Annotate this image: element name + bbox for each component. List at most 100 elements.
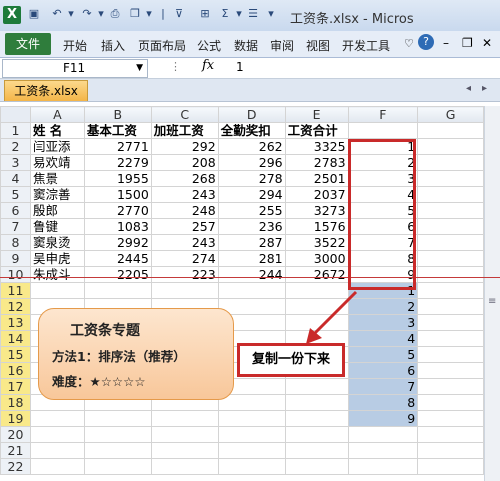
cell[interactable]: 2037 — [284, 186, 349, 203]
row-header[interactable]: 8 — [0, 234, 31, 251]
copy-dropdown-icon[interactable]: ▾ — [142, 7, 156, 21]
name-box[interactable]: F11 ▼ — [2, 59, 148, 78]
row-header[interactable]: 10 — [0, 266, 31, 283]
row-header[interactable]: 9 — [0, 250, 31, 267]
cell[interactable] — [83, 410, 152, 427]
tab-scroll-right-icon[interactable]: ▸ — [482, 83, 487, 94]
cell[interactable] — [417, 266, 484, 283]
select-all-corner[interactable] — [0, 106, 31, 123]
cell[interactable] — [217, 282, 286, 299]
cell[interactable] — [150, 410, 219, 427]
cell[interactable] — [217, 410, 286, 427]
cell[interactable] — [417, 410, 484, 427]
cell[interactable] — [417, 234, 484, 251]
cell[interactable]: 2501 — [284, 170, 349, 187]
cell[interactable] — [347, 458, 419, 475]
row-header[interactable]: 4 — [0, 170, 31, 187]
redo-icon[interactable]: ↷ — [80, 7, 94, 21]
cell[interactable] — [29, 410, 85, 427]
autosum-dropdown-icon[interactable]: ▾ — [232, 7, 246, 21]
cell[interactable] — [417, 138, 484, 155]
row-header[interactable]: 19 — [0, 410, 31, 427]
tab-formulas[interactable]: 公式 — [197, 37, 221, 54]
row-header[interactable]: 12 — [0, 298, 31, 315]
column-header[interactable]: C — [150, 106, 219, 123]
cell[interactable]: 294 — [217, 186, 286, 203]
cell[interactable] — [417, 458, 484, 475]
vertical-scrollbar[interactable] — [484, 106, 500, 481]
cell[interactable] — [417, 378, 484, 395]
row-header[interactable]: 21 — [0, 442, 31, 459]
cell[interactable] — [417, 394, 484, 411]
cell[interactable] — [29, 282, 85, 299]
row-header[interactable]: 22 — [0, 458, 31, 475]
cell[interactable]: 基本工资 — [83, 122, 152, 139]
scrollbar-thumb-icon[interactable]: ≡ — [488, 296, 496, 307]
cell[interactable] — [417, 346, 484, 363]
row-header[interactable]: 5 — [0, 186, 31, 203]
cell[interactable] — [284, 410, 349, 427]
name-box-dropdown-icon[interactable]: ▼ — [136, 60, 143, 77]
cell[interactable]: 296 — [217, 154, 286, 171]
cell[interactable]: 255 — [217, 202, 286, 219]
cell[interactable]: 292 — [150, 138, 219, 155]
cell[interactable]: 243 — [150, 186, 219, 203]
undo-dropdown-icon[interactable]: ▾ — [64, 7, 78, 21]
cell[interactable] — [417, 298, 484, 315]
cell[interactable] — [83, 282, 152, 299]
cell[interactable] — [150, 426, 219, 443]
cell[interactable]: 274 — [150, 250, 219, 267]
cell[interactable]: 殷郎 — [29, 202, 85, 219]
cell[interactable] — [417, 250, 484, 267]
cell[interactable] — [284, 442, 349, 459]
tab-page-layout[interactable]: 页面布局 — [138, 37, 186, 54]
undo-icon[interactable]: ↶ — [50, 7, 64, 21]
cell[interactable] — [417, 314, 484, 331]
cell[interactable]: 1576 — [284, 218, 349, 235]
cell[interactable]: 223 — [150, 266, 219, 283]
cell[interactable] — [29, 442, 85, 459]
tab-insert[interactable]: 插入 — [101, 37, 125, 54]
cell[interactable] — [217, 426, 286, 443]
tab-developer[interactable]: 开发工具 — [342, 37, 390, 54]
cell[interactable] — [150, 282, 219, 299]
cell[interactable] — [417, 154, 484, 171]
cell[interactable]: 朱成斗 — [29, 266, 85, 283]
cell[interactable]: 2783 — [284, 154, 349, 171]
cell[interactable]: 2205 — [83, 266, 152, 283]
cell[interactable] — [284, 426, 349, 443]
cell[interactable] — [29, 426, 85, 443]
cell[interactable]: 3522 — [284, 234, 349, 251]
column-header[interactable]: A — [29, 106, 85, 123]
cell[interactable]: 2771 — [83, 138, 152, 155]
column-header[interactable]: B — [83, 106, 152, 123]
cell[interactable]: 焦景 — [29, 170, 85, 187]
save-icon[interactable]: ▣ — [27, 7, 41, 21]
workbook-tab[interactable]: 工资条.xlsx — [4, 80, 88, 101]
row-header[interactable]: 15 — [0, 346, 31, 363]
cell[interactable] — [83, 458, 152, 475]
cell[interactable]: 243 — [150, 234, 219, 251]
cell[interactable] — [347, 426, 419, 443]
cell[interactable]: 2672 — [284, 266, 349, 283]
cell[interactable]: 278 — [217, 170, 286, 187]
cell[interactable]: 8 — [347, 394, 419, 411]
cell[interactable] — [217, 394, 286, 411]
cell[interactable] — [284, 378, 349, 395]
cell[interactable] — [150, 442, 219, 459]
row-header[interactable]: 11 — [0, 282, 31, 299]
cell[interactable]: 3325 — [284, 138, 349, 155]
insert-function-button[interactable]: fx — [202, 58, 214, 73]
cell[interactable] — [83, 426, 152, 443]
cell[interactable] — [417, 330, 484, 347]
cell[interactable]: 姓 名 — [29, 122, 85, 139]
cell[interactable]: 2992 — [83, 234, 152, 251]
tab-data[interactable]: 数据 — [234, 37, 258, 54]
cell[interactable] — [417, 202, 484, 219]
cell[interactable]: 2770 — [83, 202, 152, 219]
cell[interactable] — [417, 186, 484, 203]
column-header[interactable]: F — [347, 106, 419, 123]
borders-icon[interactable]: ⊞ — [198, 7, 212, 21]
cell[interactable] — [284, 458, 349, 475]
cell[interactable]: 1500 — [83, 186, 152, 203]
